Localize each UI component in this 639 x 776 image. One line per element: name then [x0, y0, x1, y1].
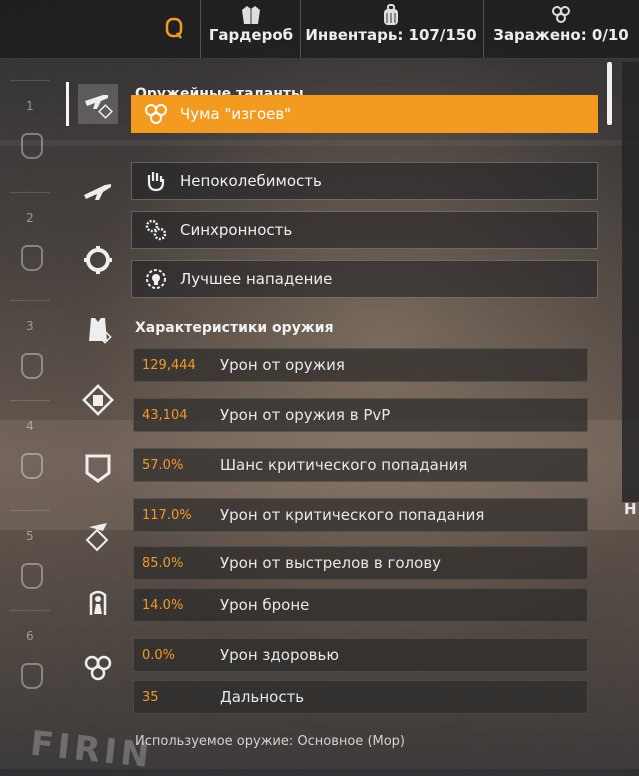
- vest-icon: [89, 318, 112, 344]
- slot-number: 2: [26, 211, 34, 225]
- slot-number: 3: [26, 319, 34, 333]
- stat-row: 14.0% Урон броне: [133, 588, 588, 622]
- slot-number: 4: [26, 419, 34, 433]
- tab-skills[interactable]: [78, 584, 118, 624]
- tab-primary-weapon[interactable]: [78, 84, 118, 124]
- slot-number: 1: [26, 99, 34, 113]
- stat-value: 14.0%: [142, 597, 184, 613]
- mod-icon: [85, 523, 109, 552]
- stat-value: 117.0%: [142, 507, 192, 523]
- loadout-slot[interactable]: 4: [10, 400, 50, 496]
- loadout-slot[interactable]: 2: [10, 192, 50, 288]
- stat-row: 85.0% Урон от выстрелов в голову: [133, 546, 588, 580]
- stat-name: Шанс критического попадания: [220, 456, 468, 474]
- tab-sidearm[interactable]: [78, 240, 118, 280]
- scrollbar[interactable]: [607, 62, 612, 125]
- tab-secondary-weapon[interactable]: [78, 172, 118, 212]
- talent-name: Лучшее нападение: [180, 270, 333, 288]
- stat-name: Урон от оружия в PvP: [220, 406, 391, 424]
- stat-value: 0.0%: [142, 647, 176, 663]
- tab-gear[interactable]: [78, 380, 118, 420]
- top-bar: Гардероб Инвентарь: 107/150 Заражено: 0/…: [0, 0, 639, 59]
- shield-icon: [85, 454, 111, 483]
- empty-slot-icon: [21, 245, 43, 271]
- talent-item[interactable]: Лучшее нападение: [131, 260, 598, 298]
- slot-number: 6: [26, 629, 34, 643]
- backpack-icon: [384, 4, 398, 25]
- empty-slot-icon: [21, 453, 43, 479]
- talent-item[interactable]: Непоколебимость: [131, 162, 598, 200]
- inventory-button[interactable]: Инвентарь: 107/150: [302, 0, 480, 58]
- active-tab-indicator: [66, 82, 69, 126]
- talent-name: Синхронность: [180, 221, 293, 239]
- stat-value: 85.0%: [142, 555, 184, 571]
- tab-holster[interactable]: [78, 448, 118, 488]
- talent-name: Непоколебимость: [180, 172, 322, 190]
- stat-row: 129,444 Урон от оружия: [133, 348, 588, 382]
- slot-number: 5: [26, 529, 34, 543]
- biohazard-icon: [84, 655, 112, 681]
- loadout-slot[interactable]: 1: [10, 80, 50, 176]
- infected-label: Заражено: 0/10: [493, 26, 629, 44]
- talent-item[interactable]: Синхронность: [131, 211, 598, 249]
- divider: [200, 0, 201, 58]
- wardrobe-label: Гардероб: [208, 26, 294, 44]
- hand-icon: [144, 169, 168, 193]
- specialist-icon: [89, 590, 107, 615]
- talent-name: Чума "изгоев": [180, 105, 292, 123]
- stat-name: Урон броне: [220, 596, 310, 614]
- gear-diamond-icon: [82, 384, 114, 416]
- tab-armor[interactable]: [78, 310, 118, 350]
- empty-slot-icon: [21, 353, 43, 379]
- rifle-talent-icon: [85, 95, 113, 119]
- skull-badge-icon: [144, 267, 168, 291]
- side-panel-letter: Н: [624, 500, 637, 518]
- wardrobe-button[interactable]: Гардероб: [203, 0, 299, 58]
- inventory-label: Инвентарь: 107/150: [305, 26, 477, 44]
- empty-slot-icon: [21, 663, 43, 689]
- category-tabs: [66, 80, 126, 710]
- stat-value: 43,104: [142, 407, 188, 423]
- target-icon: [84, 246, 112, 274]
- stat-row: 0.0% Урон здоровью: [133, 638, 588, 672]
- stat-row: 35 Дальность: [133, 680, 588, 714]
- loadout-slot[interactable]: 3: [10, 300, 50, 396]
- equipped-weapon-caption: Используемое оружие: Основное (Мор): [135, 734, 406, 749]
- stat-name: Урон от критического попадания: [220, 506, 485, 524]
- loadout-slot[interactable]: 6: [10, 610, 50, 706]
- jacket-icon: [242, 6, 260, 24]
- stats-title: Характеристики оружия: [135, 320, 334, 336]
- talent-item[interactable]: Чума "изгоев": [131, 95, 598, 133]
- tab-infection[interactable]: [78, 648, 118, 688]
- stat-row: 43,104 Урон от оружия в PvP: [133, 398, 588, 432]
- loadout-slot[interactable]: 5: [10, 510, 50, 606]
- stat-row: 57.0% Шанс критического попадания: [133, 448, 588, 482]
- loadout-slots: 1 2 3 4 5 6: [0, 80, 60, 770]
- gears-icon: [144, 218, 168, 242]
- stat-name: Урон от оружия: [220, 356, 345, 374]
- empty-slot-icon: [21, 133, 43, 159]
- stat-value: 129,444: [142, 357, 196, 373]
- biohazard-swarm-icon: [144, 102, 168, 126]
- divider: [483, 0, 484, 58]
- infected-button[interactable]: Заражено: 0/10: [486, 0, 636, 58]
- stat-value: 57.0%: [142, 457, 184, 473]
- biohazard-icon: [552, 6, 570, 23]
- divider: [300, 0, 301, 58]
- stat-name: Дальность: [220, 688, 305, 706]
- stat-name: Урон от выстрелов в голову: [220, 554, 442, 572]
- stat-value: 35: [142, 689, 159, 705]
- side-panel-edge: Н: [622, 62, 639, 518]
- stat-name: Урон здоровью: [220, 646, 339, 664]
- search-icon[interactable]: [158, 12, 190, 44]
- empty-slot-icon: [21, 563, 43, 589]
- tab-mods[interactable]: [78, 516, 118, 556]
- stat-row: 117.0% Урон от критического попадания: [133, 498, 588, 532]
- weapon-details-panel: Оружейные таланты Чума "изгоев" Непоколе…: [128, 62, 612, 722]
- rifle-icon: [84, 184, 111, 200]
